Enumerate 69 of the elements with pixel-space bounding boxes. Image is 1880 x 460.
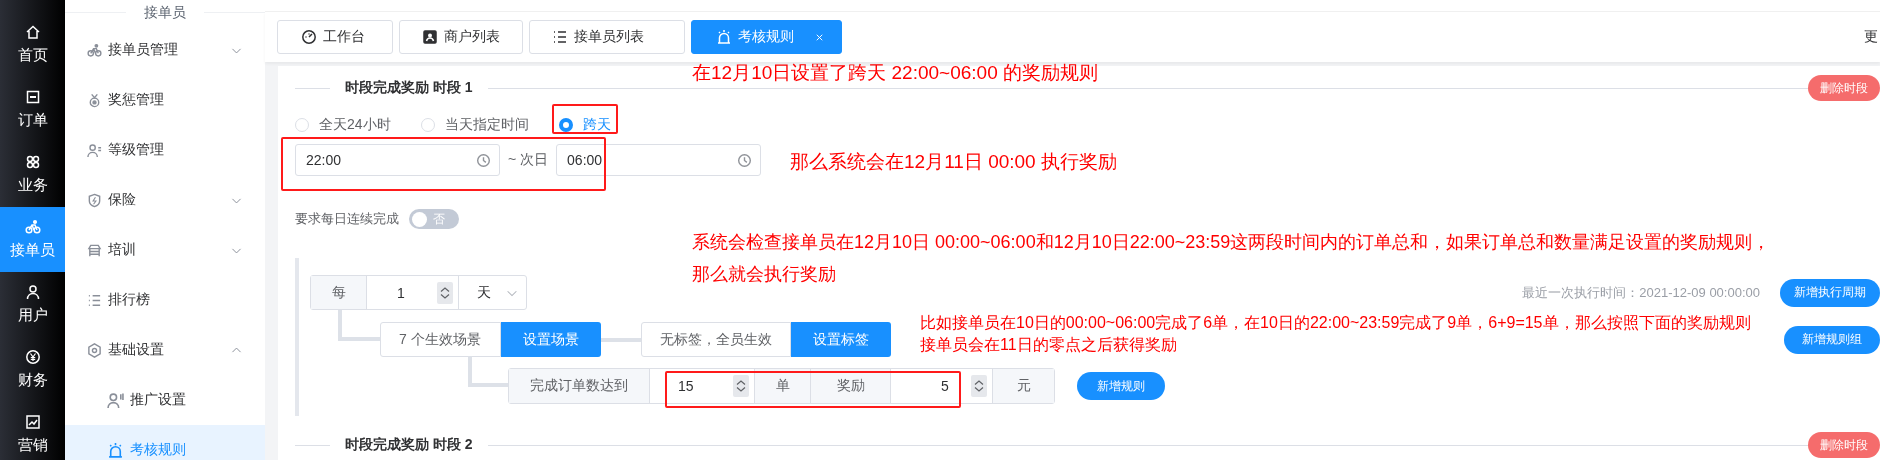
nav-item[interactable]: 订单 — [0, 77, 65, 142]
chart-icon — [24, 414, 41, 430]
number-field[interactable]: 5 — [890, 369, 992, 403]
highlight-frame — [552, 104, 618, 134]
list-icon — [552, 29, 568, 45]
spinner-icon — [971, 375, 987, 397]
menu-item[interactable]: 排行榜 — [65, 275, 265, 325]
gauge-icon — [301, 29, 317, 45]
tab[interactable]: 商户列表 — [399, 20, 523, 54]
time-field[interactable]: 06:00 — [556, 144, 762, 176]
section-title: 时段完成奖励 时段 2 — [344, 436, 474, 454]
section-title: 时段完成奖励 时段 1 — [344, 79, 474, 97]
unit-select[interactable]: 天 — [458, 276, 526, 309]
canopy-icon — [87, 242, 102, 258]
nav-item[interactable]: 财务 — [0, 337, 65, 402]
annotation-text: 在12月10日设置了跨天 22:00~06:00 的奖励规则 — [692, 61, 1098, 85]
annotation-text: 比如接单员在10日的00:00~06:00完成了6单，在10日的22:00~23:59完成了9单，6+9=15单，那么按照下面的奖励规则 — [920, 313, 1751, 333]
menu-item[interactable]: 等级管理 — [65, 125, 265, 175]
menu-item[interactable]: 接单员管理 — [65, 25, 265, 75]
unit-label: 元 — [992, 369, 1054, 403]
annotation-text: 系统会检查接单员在12月10日 00:00~06:00和12月10日22:00~23:59这两段时间内的订单总和，如果订单总和数量满足设置的奖励规则，那么就会执行奖励 — [692, 231, 1772, 286]
tab[interactable]: 接单员列表 — [529, 20, 685, 54]
scene-count: 7 个生效场景 — [380, 322, 501, 357]
menu-item[interactable]: 培训 — [65, 225, 265, 275]
menu-item[interactable]: 保险 — [65, 175, 265, 225]
range-separator: ~ 次日 — [508, 151, 549, 169]
nav-item[interactable]: 业务 — [0, 142, 65, 207]
menu-item[interactable]: 推广设置 — [65, 375, 265, 425]
condition-label: 完成订单数达到 — [509, 369, 649, 403]
person-icon — [107, 391, 124, 409]
clock-icon — [476, 152, 491, 168]
time-field[interactable]: 22:00 — [295, 144, 500, 176]
contact-card-icon — [422, 29, 438, 45]
list-icon — [87, 292, 102, 308]
alarm-icon — [716, 29, 732, 45]
menu-item[interactable]: 奖惩管理 — [65, 75, 265, 125]
more-link[interactable]: 更 — [1864, 28, 1880, 46]
nav-item[interactable]: 首页 — [0, 12, 65, 77]
nav-item[interactable]: 营销 — [0, 402, 65, 460]
clock-icon — [737, 152, 753, 168]
spinner-icon — [733, 375, 749, 397]
number-field[interactable]: 1 — [366, 276, 458, 309]
field-label: 要求每日连续完成 — [295, 210, 399, 228]
tab[interactable]: 工作台 — [277, 20, 393, 54]
number-field[interactable]: 15 — [649, 369, 754, 403]
grid-icon — [24, 154, 41, 170]
tag-status: 无标签，全员生效 — [641, 322, 791, 357]
reward-label: 奖励 — [810, 369, 890, 403]
shield-icon — [87, 192, 102, 208]
prefix-label: 每 — [311, 276, 366, 309]
radio-option[interactable]: 全天24小时 — [295, 116, 391, 134]
bicycle-icon — [24, 219, 41, 235]
person-icon — [24, 284, 41, 300]
annotation-text: 接单员会在11日的零点之后获得奖励 — [920, 335, 1177, 355]
settings-icon — [87, 342, 102, 358]
annotation-text: 那么系统会在12月11日 00:00 执行奖励 — [790, 150, 1117, 174]
unit-label: 单 — [754, 369, 810, 403]
menu-item[interactable]: 基础设置 — [65, 325, 265, 375]
document-icon — [24, 89, 41, 105]
medal-icon — [87, 92, 102, 108]
radio-option[interactable]: 当天指定时间 — [420, 116, 529, 134]
home-icon — [24, 24, 41, 40]
alarm-icon — [107, 441, 124, 459]
menu-heading: 接单员 — [143, 3, 187, 22]
nav-item[interactable]: 用户 — [0, 272, 65, 337]
spinner-icon — [437, 281, 453, 304]
person-list-icon — [87, 142, 102, 158]
bicycle-icon — [87, 42, 102, 58]
yen-coin-icon — [24, 349, 41, 365]
